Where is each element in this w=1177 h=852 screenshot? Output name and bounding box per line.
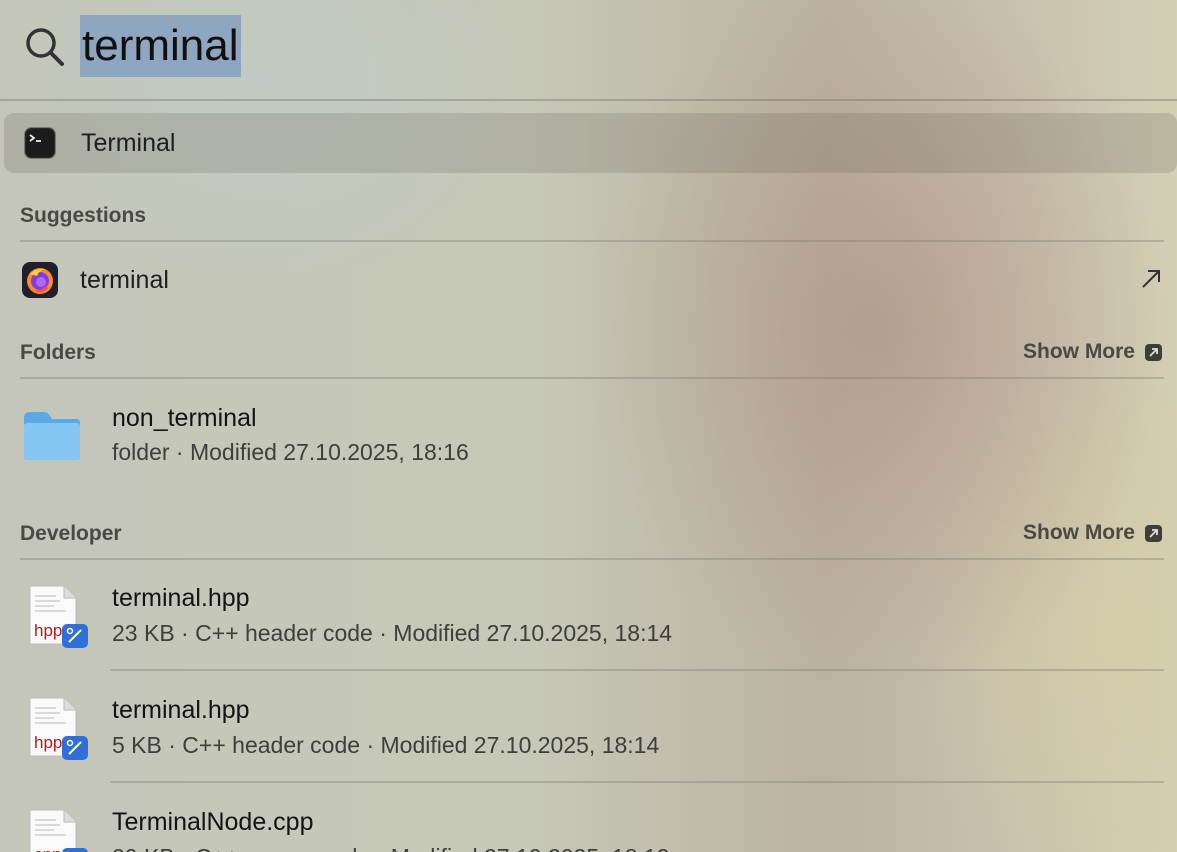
- folders-show-more-button[interactable]: Show More: [1023, 340, 1162, 364]
- search-bar[interactable]: terminal: [0, 0, 1177, 100]
- cpp-header-file-icon: hpp: [29, 585, 88, 648]
- developer-item-title: terminal.hpp: [112, 696, 250, 724]
- cpp-source-file-icon: cpp: [29, 809, 88, 852]
- section-divider: [20, 240, 1164, 242]
- svg-text:hpp: hpp: [34, 733, 62, 752]
- folder-result-item[interactable]: non_terminal folder · Modified 27.10.202…: [0, 390, 1177, 480]
- show-more-label: Show More: [1022, 521, 1135, 544]
- developer-result-item[interactable]: cpp TerminalNode.cpp 20 KB · C++ source …: [0, 794, 1177, 852]
- row-divider: [110, 781, 1164, 783]
- folder-meta: folder · Modified 27.10.2025, 18:16: [112, 439, 469, 465]
- cpp-header-file-icon: hpp: [29, 697, 88, 760]
- developer-show-more-button[interactable]: Show More: [1023, 521, 1162, 545]
- suggestion-item-terminal[interactable]: terminal: [0, 250, 1177, 310]
- row-divider: [110, 669, 1164, 671]
- search-input[interactable]: terminal: [80, 15, 241, 77]
- show-more-icon: [1145, 343, 1162, 361]
- section-divider: [20, 558, 1164, 560]
- section-divider: [20, 377, 1164, 379]
- top-hit-label: Terminal: [81, 129, 176, 157]
- firefox-icon: [22, 262, 58, 298]
- developer-item-meta: 20 KB · C++ source code · Modified 27.10…: [112, 844, 669, 852]
- terminal-app-icon: [24, 127, 56, 159]
- developer-result-item[interactable]: hpp terminal.hpp 23 KB · C++ header code…: [0, 570, 1177, 670]
- developer-item-title: TerminalNode.cpp: [112, 808, 314, 836]
- show-more-label: Show More: [1022, 340, 1135, 363]
- svg-text:cpp: cpp: [34, 845, 61, 852]
- search-icon: [26, 28, 64, 66]
- developer-item-title: terminal.hpp: [112, 584, 250, 612]
- developer-result-item[interactable]: hpp terminal.hpp 5 KB · C++ header code …: [0, 682, 1177, 782]
- svg-text:hpp: hpp: [34, 621, 62, 640]
- search-divider: [0, 99, 1177, 101]
- open-external-arrow-icon: [1142, 270, 1160, 288]
- folder-title: non_terminal: [112, 404, 257, 432]
- top-hit-terminal[interactable]: Terminal: [4, 113, 1177, 173]
- folder-icon: [24, 412, 80, 460]
- section-header-folders: Folders: [20, 341, 96, 364]
- suggestion-label: terminal: [80, 266, 169, 294]
- section-header-suggestions: Suggestions: [20, 204, 147, 227]
- show-more-icon: [1145, 524, 1162, 542]
- section-header-developer: Developer: [20, 522, 122, 545]
- developer-item-meta: 5 KB · C++ header code · Modified 27.10.…: [112, 732, 660, 758]
- developer-item-meta: 23 KB · C++ header code · Modified 27.10…: [112, 620, 673, 646]
